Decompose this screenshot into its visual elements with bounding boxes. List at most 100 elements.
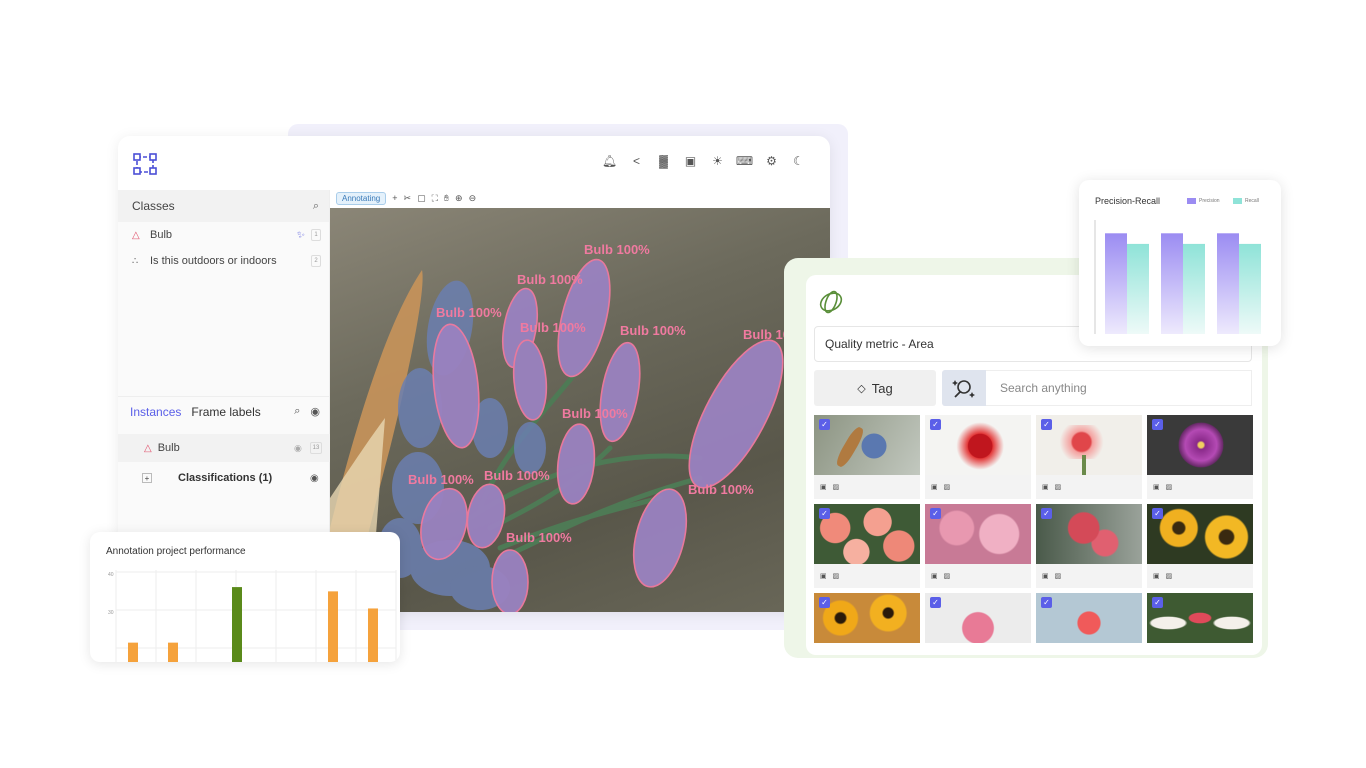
view-icon[interactable]: ▨ <box>1166 483 1173 491</box>
annotation-label: Bulb 100% <box>520 320 586 335</box>
bell-icon[interactable]: 🔔︎ <box>602 153 617 168</box>
edit-icon[interactable]: ▣ <box>931 483 938 491</box>
class-label: Bulb <box>150 229 173 241</box>
view-icon[interactable]: ▨ <box>833 572 840 580</box>
view-icon[interactable]: ▨ <box>944 572 951 580</box>
magic-wand-icon[interactable]: ✨︎ <box>297 230 305 241</box>
selected-checkbox[interactable]: ✓ <box>930 508 941 519</box>
image-tile[interactable]: ✓ <box>925 593 1031 643</box>
image-tile[interactable]: ✓ <box>1036 593 1142 643</box>
legend-swatch <box>1233 198 1242 204</box>
precision-bar <box>1105 233 1127 334</box>
chart-title: Precision-Recall <box>1095 196 1161 206</box>
search-icon[interactable]: ⌕ <box>313 200 319 213</box>
instance-count: 13 <box>310 442 322 454</box>
annotation-label: Bulb 100% <box>584 242 650 257</box>
tag-button[interactable]: ◇ Tag <box>814 370 936 406</box>
view-icon[interactable]: ▨ <box>1055 572 1062 580</box>
search-input[interactable]: Search anything <box>986 370 1252 406</box>
tab-frame-labels[interactable]: Frame labels <box>191 405 260 419</box>
expand-icon[interactable]: + <box>142 473 152 483</box>
settings-icon[interactable]: ⚙︎ <box>764 153 779 168</box>
class-item-bulb[interactable]: △ Bulb ✨︎ 1 <box>118 222 329 248</box>
selected-checkbox[interactable]: ✓ <box>930 597 941 608</box>
view-icon[interactable]: ▨ <box>833 483 840 491</box>
class-item-outdoors[interactable]: ∴ Is this outdoors or indoors 2 <box>118 248 329 274</box>
selected-checkbox[interactable]: ✓ <box>819 419 830 430</box>
legend-precision: Precision <box>1187 198 1220 204</box>
image-tile[interactable]: ✓ ▣ ▨ <box>925 415 1031 499</box>
performance-chart: 40 30 <box>108 570 397 662</box>
moon-icon[interactable]: ☾ <box>791 153 806 168</box>
tag-label: Tag <box>871 380 893 396</box>
classes-header: Classes ⌕ <box>118 190 329 222</box>
search-icon[interactable]: ⌕ <box>294 405 300 418</box>
marketing-composite: 🔔︎ < ▓ ▣ ☀︎ ⌨︎ ⚙︎ ☾ Classes ⌕ △ Bulb ✨︎ … <box>0 0 1366 768</box>
y-tick-label: 40 <box>108 572 114 578</box>
view-icon[interactable]: ▨ <box>1055 483 1062 491</box>
qr-icon[interactable]: ▓ <box>656 153 671 168</box>
image-tile[interactable]: ✓ ▣ ▨ <box>1147 415 1253 499</box>
view-icon[interactable]: ▨ <box>1166 572 1173 580</box>
image-tile[interactable]: ✓ ▣ ▨ <box>925 504 1031 588</box>
polygon-icon: △ <box>132 229 140 241</box>
image-tile[interactable]: ✓ ▣ ▨ <box>1147 504 1253 588</box>
annotation-label: Bulb 100% <box>506 530 572 545</box>
eye-icon[interactable]: ◉ <box>310 405 320 418</box>
classifications-row[interactable]: + Classifications (1) ◉ <box>118 464 330 492</box>
classifications-label: Classifications (1) <box>178 472 273 484</box>
image-grid: ✓ ▣ ▨ ✓ ▣ ▨ ✓ ▣ ▨ ✓ ▣ ▨ ✓ ▣ ▨ ✓ ▣ ▨ ✓ ▣ … <box>814 415 1253 643</box>
edit-icon[interactable]: ▣ <box>1042 572 1049 580</box>
save-icon[interactable]: ▣ <box>683 153 698 168</box>
edit-icon[interactable]: ▣ <box>931 572 938 580</box>
performance-bar <box>232 587 242 662</box>
edit-icon[interactable]: ▣ <box>1153 483 1160 491</box>
add-icon[interactable]: + <box>392 193 397 203</box>
selected-checkbox[interactable]: ✓ <box>1041 508 1052 519</box>
comment-icon[interactable]: ▢ <box>417 193 426 204</box>
annotation-label: Bulb 100% <box>408 472 474 487</box>
tab-instances[interactable]: Instances <box>130 405 181 419</box>
selected-checkbox[interactable]: ✓ <box>1041 597 1052 608</box>
image-tile[interactable]: ✓ <box>814 593 920 643</box>
tag-icon: ◇ <box>857 382 866 395</box>
annotation-canvas[interactable]: Bulb 100% Bulb 100% Bulb 100% Bulb 100% … <box>330 208 830 612</box>
eye-icon[interactable]: ◉ <box>294 443 302 454</box>
edit-icon[interactable]: ▣ <box>1042 483 1049 491</box>
fit-icon[interactable]: ⛶ <box>432 193 438 204</box>
scissors-icon[interactable]: ✂︎ <box>404 193 412 204</box>
image-tile[interactable]: ✓ ▣ ▨ <box>814 504 920 588</box>
instance-label: Bulb <box>157 442 180 454</box>
hand-icon[interactable]: ✋︎ <box>444 193 449 204</box>
eye-icon[interactable]: ◉ <box>310 473 319 484</box>
selected-checkbox[interactable]: ✓ <box>1152 597 1163 608</box>
canvas-toolbar: Annotating + ✂︎ ▢ ⛶ ✋︎ ⊕ ⊖ <box>336 190 476 206</box>
edit-icon[interactable]: ▣ <box>820 572 827 580</box>
sun-icon[interactable]: ☀︎ <box>710 153 725 168</box>
shortcut-badge: 2 <box>311 255 321 267</box>
annotation-label: Bulb 100% <box>562 406 628 421</box>
ai-search-icon[interactable] <box>942 370 986 406</box>
image-tile[interactable]: ✓ ▣ ▨ <box>1036 504 1142 588</box>
image-tile[interactable]: ✓ ▣ ▨ <box>1036 415 1142 499</box>
precision-recall-chart <box>1094 220 1261 334</box>
keyboard-icon[interactable]: ⌨︎ <box>736 153 753 168</box>
view-icon[interactable]: ▨ <box>944 483 951 491</box>
performance-bar <box>328 591 338 662</box>
instance-row-bulb[interactable]: △ Bulb ◉ 13 <box>118 434 330 462</box>
selected-checkbox[interactable]: ✓ <box>819 508 830 519</box>
selected-checkbox[interactable]: ✓ <box>930 419 941 430</box>
edit-icon[interactable]: ▣ <box>820 483 827 491</box>
image-tile[interactable]: ✓ <box>1147 593 1253 643</box>
zoom-out-icon[interactable]: ⊖ <box>469 193 477 204</box>
edit-icon[interactable]: ▣ <box>1153 572 1160 580</box>
y-tick-label: 30 <box>108 610 114 616</box>
share-icon[interactable]: < <box>629 153 644 168</box>
selected-checkbox[interactable]: ✓ <box>1152 419 1163 430</box>
zoom-in-icon[interactable]: ⊕ <box>455 193 463 204</box>
selected-checkbox[interactable]: ✓ <box>1152 508 1163 519</box>
selected-checkbox[interactable]: ✓ <box>819 597 830 608</box>
performance-bar <box>128 642 138 662</box>
image-tile[interactable]: ✓ ▣ ▨ <box>814 415 920 499</box>
selected-checkbox[interactable]: ✓ <box>1041 419 1052 430</box>
